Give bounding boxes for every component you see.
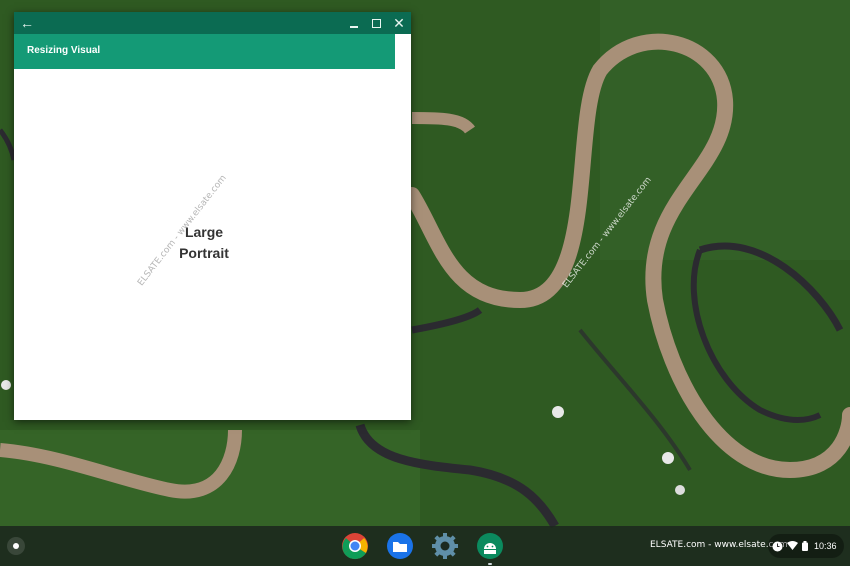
app-toolbar: Resizing Visual [14,34,395,69]
settings-gear-icon[interactable] [430,531,460,561]
minimize-icon[interactable] [343,12,365,34]
status-tray[interactable]: 10:36 [768,534,844,558]
app-title: Resizing Visual [27,45,101,56]
window-caption-bar[interactable]: ← ✕ [14,12,411,34]
size-label-line1: Large [184,224,224,240]
files-icon[interactable] [385,531,415,561]
shelf: ELSATE.com - www.elsate.com 10:36 [0,526,850,566]
android-icon[interactable] [475,531,505,565]
close-icon[interactable]: ✕ [388,12,410,34]
chrome-icon[interactable] [340,531,370,561]
battery-icon [802,541,808,551]
arrow-back-icon[interactable]: ← [16,12,38,34]
wifi-icon [787,541,798,551]
launcher-icon[interactable] [7,537,25,555]
running-indicator [488,563,492,565]
maximize-icon[interactable] [365,12,387,34]
app-window: ← ✕ Resizing Visual Large Portrait [14,12,411,420]
clock: 10:36 [814,541,837,551]
notification-icon [772,541,783,552]
